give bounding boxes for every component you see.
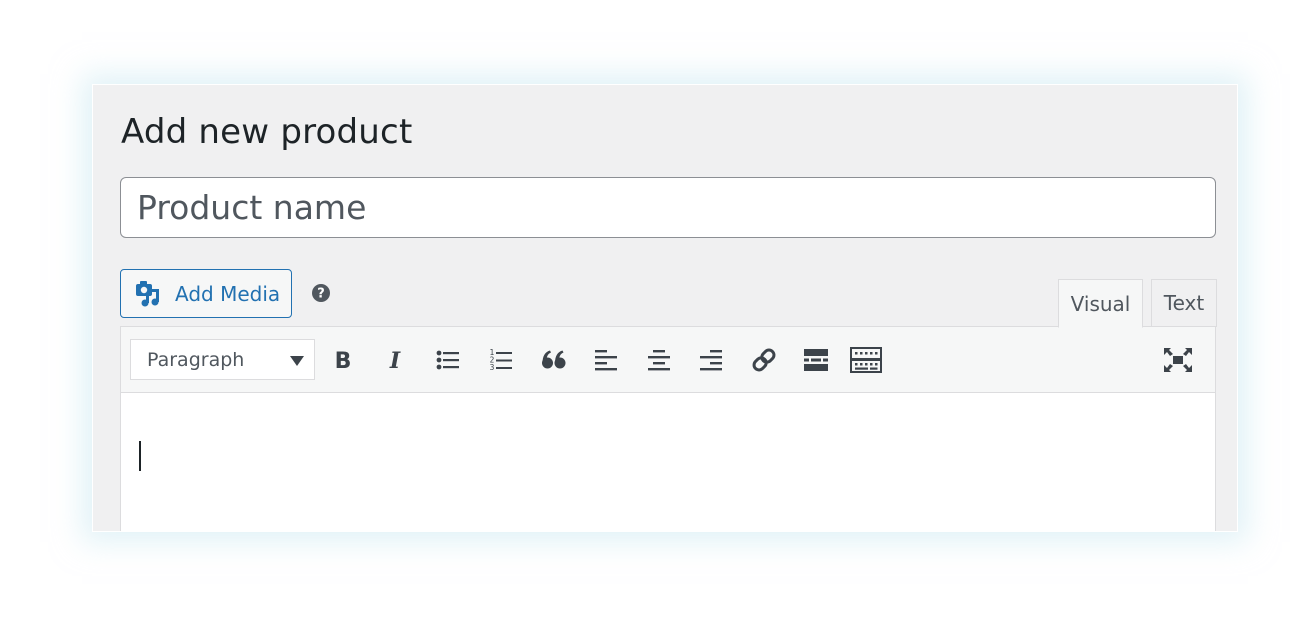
bold-icon: B [335, 349, 352, 371]
tab-visual-label: Visual [1070, 291, 1131, 316]
add-media-button[interactable]: Add Media [120, 269, 292, 318]
page-title: Add new product [121, 112, 413, 152]
keyboard-icon [850, 347, 882, 373]
fullscreen-button[interactable] [1161, 343, 1195, 377]
read-more-icon [804, 349, 828, 371]
align-left-button[interactable] [589, 343, 623, 377]
italic-button[interactable]: I [378, 343, 412, 377]
format-select-value: Paragraph [147, 348, 245, 371]
align-right-icon [700, 350, 722, 371]
numbered-list-icon: 1 2 3 [490, 348, 512, 372]
product-name-input[interactable] [120, 177, 1216, 238]
content-editor[interactable]: Paragraph B I 1 2 3 [120, 326, 1216, 531]
tab-text-label: Text [1163, 291, 1205, 315]
tab-visual[interactable]: Visual [1058, 279, 1143, 328]
caret-down-icon [290, 356, 304, 366]
link-icon [752, 348, 776, 372]
bullet-list-button[interactable] [431, 343, 465, 377]
svg-text:3: 3 [490, 363, 495, 372]
add-product-panel: Add new product Add Media ? Visual Text … [92, 84, 1238, 532]
align-center-icon [648, 350, 670, 371]
blockquote-button[interactable] [537, 343, 571, 377]
align-left-icon [595, 350, 617, 371]
tab-text[interactable]: Text [1151, 279, 1217, 327]
numbered-list-button[interactable]: 1 2 3 [484, 343, 518, 377]
read-more-button[interactable] [799, 343, 833, 377]
svg-text:?: ? [317, 287, 325, 302]
camera-music-icon [136, 280, 159, 306]
align-center-button[interactable] [642, 343, 676, 377]
italic-icon: I [389, 349, 401, 371]
quote-icon [542, 350, 566, 369]
bullet-list-icon [436, 350, 459, 370]
svg-text:B: B [335, 349, 352, 371]
format-select[interactable]: Paragraph [130, 339, 315, 380]
editor-toolbar: Paragraph B I 1 2 3 [121, 327, 1215, 393]
add-media-label: Add Media [175, 281, 281, 306]
text-cursor [139, 441, 141, 471]
bold-button[interactable]: B [326, 343, 360, 377]
svg-text:I: I [389, 349, 401, 371]
question-circle-icon[interactable]: ? [312, 284, 330, 302]
align-right-button[interactable] [694, 343, 728, 377]
insert-link-button[interactable] [747, 343, 781, 377]
fullscreen-icon [1164, 348, 1192, 372]
toolbar-toggle-button[interactable] [849, 343, 883, 377]
